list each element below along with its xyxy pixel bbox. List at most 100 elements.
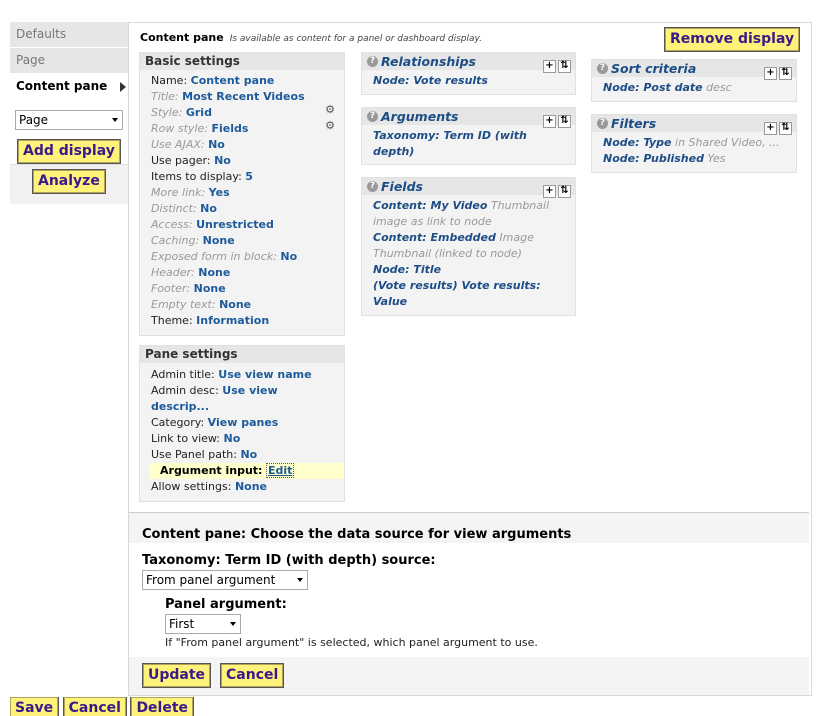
setting-row[interactable]: Use pager: No (151, 153, 337, 169)
add-icon[interactable]: + (764, 122, 777, 135)
setting-row[interactable]: Name: Content pane (151, 73, 337, 89)
setting-value[interactable]: No (280, 250, 297, 263)
setting-row[interactable]: Link to view: No (151, 431, 337, 447)
rearrange-icon[interactable]: ⇅ (779, 122, 792, 135)
field-name[interactable]: Content: Embedded (373, 231, 496, 244)
setting-row[interactable]: Distinct: No (151, 201, 337, 217)
argument-item[interactable]: depth) (373, 145, 414, 158)
setting-value[interactable]: No (200, 202, 217, 215)
setting-row[interactable]: Admin desc: Use view (151, 383, 337, 399)
panel-argument-select[interactable]: First (165, 614, 241, 634)
setting-row[interactable]: Use Panel path: No (151, 447, 337, 463)
filter-item[interactable]: Node: Published Yes (603, 151, 789, 167)
help-icon[interactable]: ? (367, 111, 378, 122)
rearrange-icon[interactable]: ⇅ (558, 115, 571, 128)
update-button[interactable]: Update (141, 663, 212, 688)
setting-value[interactable]: No (240, 448, 257, 461)
help-icon[interactable]: ? (367, 56, 378, 67)
setting-value[interactable]: None (203, 234, 235, 247)
setting-value[interactable]: Most Recent Videos (182, 90, 305, 103)
setting-row[interactable]: Theme: Information (151, 313, 337, 329)
gear-icon[interactable]: ⚙ (325, 120, 335, 131)
setting-value[interactable]: None (219, 298, 251, 311)
field-name[interactable]: Value (373, 295, 407, 308)
setting-value[interactable]: View panes (208, 416, 279, 429)
analyze-button[interactable]: Analyze (32, 169, 106, 194)
setting-value[interactable]: Use view name (218, 368, 311, 381)
filter-item-name[interactable]: Node: Type (603, 136, 672, 149)
add-icon[interactable]: + (543, 60, 556, 73)
argument-input-row[interactable]: Argument input: Edit (149, 463, 344, 479)
remove-display-button[interactable]: Remove display (663, 27, 801, 52)
add-display-button[interactable]: Add display (17, 139, 121, 164)
sort-item-name[interactable]: Node: Post date (603, 81, 703, 94)
field-item[interactable]: Value (373, 294, 568, 310)
filter-item-name[interactable]: Node: Published (603, 152, 704, 165)
cancel-form-button[interactable]: Cancel (219, 663, 285, 688)
setting-row[interactable]: Admin title: Use view name (151, 367, 337, 383)
field-item[interactable]: Node: Title (373, 262, 568, 278)
setting-row[interactable]: Row style: Fields ⚙ (151, 120, 337, 137)
add-icon[interactable]: + (543, 185, 556, 198)
tab-page[interactable]: Page (10, 48, 128, 74)
tab-defaults[interactable]: Defaults (10, 22, 128, 48)
setting-row[interactable]: Style: Grid ⚙ (151, 104, 337, 121)
setting-value[interactable]: 5 (245, 170, 253, 183)
help-icon[interactable]: ? (597, 118, 608, 129)
setting-value[interactable]: Unrestricted (196, 218, 274, 231)
setting-row[interactable]: Header: None (151, 265, 337, 281)
delete-button[interactable]: Delete (130, 697, 195, 716)
field-item[interactable]: image as link to node (373, 214, 568, 230)
gear-icon[interactable]: ⚙ (325, 104, 335, 115)
setting-row[interactable]: Items to display: 5 (151, 169, 337, 185)
setting-value[interactable]: Content pane (191, 74, 275, 87)
save-button[interactable]: Save (10, 697, 60, 716)
field-name[interactable]: Node: Title (373, 263, 441, 276)
display-type-select[interactable]: Page (15, 110, 123, 130)
rearrange-icon[interactable]: ⇅ (558, 185, 571, 198)
add-icon[interactable]: + (764, 67, 777, 80)
rearrange-icon[interactable]: ⇅ (558, 60, 571, 73)
rearrange-icon[interactable]: ⇅ (779, 67, 792, 80)
setting-value[interactable]: None (235, 480, 267, 493)
help-icon[interactable]: ? (367, 181, 378, 192)
setting-value[interactable]: None (194, 282, 226, 295)
field-item[interactable]: (Vote results) Vote results: (373, 278, 568, 294)
setting-row[interactable]: More link: Yes (151, 185, 337, 201)
setting-row[interactable]: Access: Unrestricted (151, 217, 337, 233)
setting-row[interactable]: Allow settings: None (151, 479, 337, 495)
sort-item[interactable]: Node: Post date desc (603, 80, 789, 96)
setting-row[interactable]: Title: Most Recent Videos (151, 89, 337, 105)
setting-row-continued[interactable]: descrip... (151, 399, 337, 415)
field-item[interactable]: Content: My Video Thumbnail (373, 198, 568, 214)
setting-value[interactable]: No (214, 154, 231, 167)
setting-value[interactable]: Grid (186, 106, 212, 119)
argument-item[interactable]: Taxonomy: Term ID (with (373, 129, 527, 142)
setting-row[interactable]: Empty text: None (151, 297, 337, 313)
setting-value[interactable]: Information (196, 314, 269, 327)
field-name[interactable]: Content: My Video (373, 199, 487, 212)
setting-value[interactable]: Yes (209, 186, 230, 199)
setting-row[interactable]: Category: View panes (151, 415, 337, 431)
help-icon[interactable]: ? (597, 63, 608, 74)
field-item[interactable]: Content: Embedded Image (373, 230, 568, 246)
setting-row[interactable]: Caching: None (151, 233, 337, 249)
setting-value[interactable]: descrip... (151, 400, 209, 413)
source-select[interactable]: From panel argument (142, 570, 308, 590)
cancel-button[interactable]: Cancel (62, 697, 127, 716)
argument-input-edit-link[interactable]: Edit (265, 463, 295, 478)
add-icon[interactable]: + (543, 115, 556, 128)
setting-value[interactable]: Fields (211, 122, 248, 135)
filter-item[interactable]: Node: Type in Shared Video, ... (603, 135, 789, 151)
setting-row[interactable]: Use AJAX: No (151, 137, 337, 153)
tab-content-pane[interactable]: Content pane (10, 74, 128, 100)
field-item[interactable]: Thumbnail (linked to node) (373, 246, 568, 262)
setting-value[interactable]: No (208, 138, 225, 151)
setting-row[interactable]: Exposed form in block: No (151, 249, 337, 265)
relationship-item[interactable]: Node: Vote results (373, 74, 488, 87)
setting-value[interactable]: None (198, 266, 230, 279)
setting-value[interactable]: No (224, 432, 241, 445)
field-name[interactable]: (Vote results) Vote results: (373, 279, 541, 292)
setting-value[interactable]: Use view (222, 384, 277, 397)
setting-row[interactable]: Footer: None (151, 281, 337, 297)
